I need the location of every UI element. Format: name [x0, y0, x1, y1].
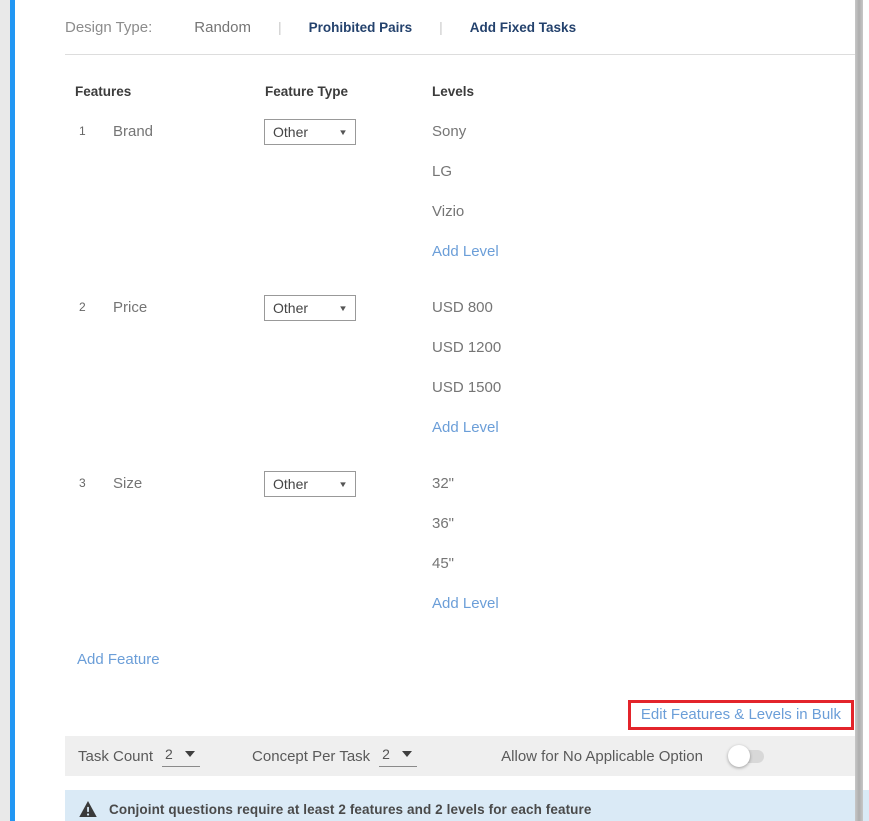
warning-text: Conjoint questions require at least 2 fe… — [109, 802, 592, 817]
feature-type-value: Other — [273, 476, 308, 492]
add-fixed-tasks-link[interactable]: Add Fixed Tasks — [470, 20, 576, 35]
chevron-down-icon: ▼ — [338, 128, 348, 137]
level-value[interactable]: 32" — [432, 464, 855, 504]
level-value[interactable]: USD 1500 — [432, 368, 855, 408]
concept-per-task-group: Concept Per Task 2 — [252, 746, 417, 767]
feature-type-select[interactable]: Other ▼ — [264, 471, 356, 497]
levels-list: SonyLGVizioAdd Level — [425, 112, 855, 272]
no-applicable-option-group: Allow for No Applicable Option — [501, 745, 764, 767]
level-value[interactable]: USD 1200 — [432, 328, 855, 368]
no-applicable-option-toggle[interactable] — [728, 745, 764, 767]
add-level-link[interactable]: Add Level — [432, 408, 499, 448]
concept-per-task-label: Concept Per Task — [252, 748, 370, 765]
feature-type-cell: Other ▼ — [261, 112, 425, 272]
conjoint-design-page: Design Type: Random | Prohibited Pairs |… — [0, 0, 869, 821]
add-feature-link[interactable]: Add Feature — [65, 640, 160, 680]
task-count-label: Task Count — [78, 748, 153, 765]
chevron-down-icon: ▼ — [338, 304, 348, 313]
feature-type-cell: Other ▼ — [261, 288, 425, 448]
feature-type-select[interactable]: Other ▼ — [264, 295, 356, 321]
feature-type-cell: Other ▼ — [261, 464, 425, 624]
features-column-header: Features — [65, 72, 261, 112]
level-value[interactable]: USD 800 — [432, 288, 855, 328]
feature-row: 3 Size Other ▼ 32"36"45"Add Level — [65, 464, 855, 624]
warning-banner: Conjoint questions require at least 2 fe… — [65, 790, 869, 821]
separator: | — [439, 19, 443, 35]
bulk-edit-wrap: Edit Features & Levels in Bulk — [65, 700, 854, 730]
feature-type-value: Other — [273, 124, 308, 140]
feature-type-select[interactable]: Other ▼ — [264, 119, 356, 145]
design-type-label: Design Type: — [65, 19, 152, 36]
concept-per-task-select[interactable]: 2 — [379, 746, 417, 767]
features-table-body: 1 Brand Other ▼ SonyLGVizioAdd Level 2 P… — [65, 112, 855, 624]
levels-list: USD 800USD 1200USD 1500Add Level — [425, 288, 855, 448]
feature-name[interactable]: Size — [113, 464, 261, 624]
design-type-option-random[interactable]: Random — [194, 19, 251, 36]
chevron-down-icon — [402, 751, 412, 757]
levels-list: 32"36"45"Add Level — [425, 464, 855, 624]
level-value[interactable]: 36" — [432, 504, 855, 544]
feature-index: 1 — [65, 112, 113, 272]
level-value[interactable]: Sony — [432, 112, 855, 152]
accent-bar — [10, 0, 15, 821]
add-level-link[interactable]: Add Level — [432, 584, 499, 624]
scrollbar-thumb[interactable] — [855, 0, 863, 821]
scrollbar[interactable] — [855, 0, 863, 821]
no-applicable-option-label: Allow for No Applicable Option — [501, 748, 703, 765]
warning-triangle-icon — [79, 801, 97, 817]
edit-features-levels-bulk-link[interactable]: Edit Features & Levels in Bulk — [641, 706, 841, 723]
feature-name[interactable]: Brand — [113, 112, 261, 272]
feature-name[interactable]: Price — [113, 288, 261, 448]
chevron-down-icon — [185, 751, 195, 757]
add-level-link[interactable]: Add Level — [432, 232, 499, 272]
prohibited-pairs-link[interactable]: Prohibited Pairs — [309, 20, 413, 35]
feature-row: 1 Brand Other ▼ SonyLGVizioAdd Level — [65, 112, 855, 272]
separator: | — [278, 19, 282, 35]
content-area: Design Type: Random | Prohibited Pairs |… — [65, 0, 855, 821]
level-value[interactable]: Vizio — [432, 192, 855, 232]
task-settings-bar: Task Count 2 Concept Per Task 2 Allow fo… — [65, 736, 855, 776]
levels-column-header: Levels — [425, 72, 855, 112]
features-table-header: Features Feature Type Levels — [65, 72, 855, 112]
feature-index: 2 — [65, 288, 113, 448]
feature-index: 3 — [65, 464, 113, 624]
feature-type-column-header: Feature Type — [261, 72, 425, 112]
level-value[interactable]: 45" — [432, 544, 855, 584]
feature-row: 2 Price Other ▼ USD 800USD 1200USD 1500A… — [65, 288, 855, 448]
feature-type-value: Other — [273, 300, 308, 316]
chevron-down-icon: ▼ — [338, 480, 348, 489]
task-count-select[interactable]: 2 — [162, 746, 200, 767]
concept-per-task-value: 2 — [382, 746, 390, 762]
red-annotation-box: Edit Features & Levels in Bulk — [628, 700, 854, 730]
level-value[interactable]: LG — [432, 152, 855, 192]
task-count-value: 2 — [165, 746, 173, 762]
task-count-group: Task Count 2 — [78, 746, 200, 767]
design-type-bar: Design Type: Random | Prohibited Pairs |… — [65, 0, 855, 55]
page-gutter — [0, 0, 10, 821]
toggle-knob — [728, 745, 750, 767]
